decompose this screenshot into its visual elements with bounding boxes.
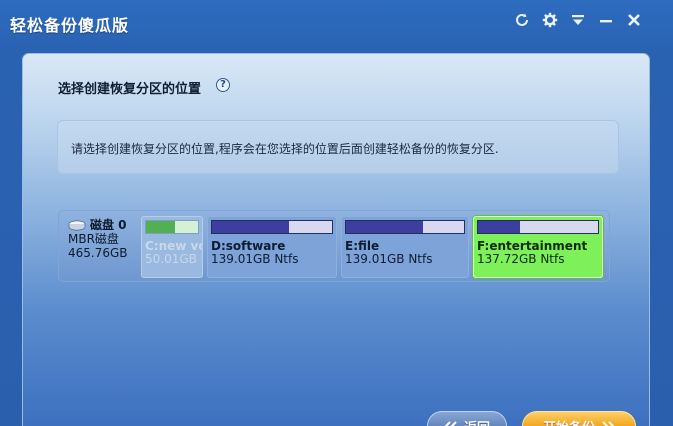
partition-name: F:entertainment	[477, 239, 588, 253]
instruction-box: 请选择创建恢复分区的位置,程序会在您选择的位置后面创建轻松备份的恢复分区.	[57, 120, 619, 174]
partition-c: C:new vo 50.01GB N	[141, 216, 203, 278]
partition-usage-bar	[477, 220, 599, 234]
app-window: 轻松备份傻瓜版 选择创建恢复分区的位置 ? 请选择创建恢复分区的位置,程序会在您…	[0, 0, 673, 426]
window-controls	[513, 10, 643, 30]
partition-e[interactable]: E:file 139.01GB Ntfs	[341, 216, 469, 278]
disk-icon	[68, 219, 86, 231]
back-button-label: 返回	[464, 417, 490, 426]
instruction-text: 请选择创建恢复分区的位置,程序会在您选择的位置后面创建轻松备份的恢复分区.	[71, 142, 499, 156]
content-panel: 选择创建恢复分区的位置 ? 请选择创建恢复分区的位置,程序会在您选择的位置后面创…	[22, 53, 650, 426]
disk-type: MBR磁盘	[68, 232, 119, 246]
partition-usage-fill	[146, 221, 175, 233]
partition-name: E:file	[345, 239, 380, 253]
double-chevron-right-icon	[602, 421, 615, 426]
disk-row: 磁盘 0 MBR磁盘 465.76GB C:new vo 50.01GB N D…	[58, 210, 610, 282]
close-icon[interactable]	[625, 10, 643, 30]
partition-usage-bar	[145, 220, 199, 234]
disk-info: 磁盘 0 MBR磁盘 465.76GB	[68, 218, 143, 260]
partition-d[interactable]: D:software 139.01GB Ntfs	[207, 216, 337, 278]
partition-name: D:software	[211, 239, 286, 253]
partition-name: C:new vo	[145, 239, 203, 253]
partition-usage-fill	[346, 221, 423, 233]
partition-usage-bar	[211, 220, 333, 234]
partition-usage-fill	[478, 221, 520, 233]
app-title: 轻松备份傻瓜版	[10, 16, 130, 35]
double-chevron-left-icon	[444, 421, 457, 426]
start-button-label: 开始备份	[543, 417, 595, 426]
partition-size: 139.01GB Ntfs	[345, 252, 433, 266]
partition-size: 139.01GB Ntfs	[211, 252, 299, 266]
help-icon[interactable]: ?	[216, 78, 230, 92]
menu-dropdown-icon[interactable]	[569, 10, 587, 30]
refresh-icon[interactable]	[513, 10, 531, 30]
title-bar: 轻松备份傻瓜版	[0, 0, 673, 48]
back-button[interactable]: 返回	[427, 411, 507, 426]
disk-size: 465.76GB	[68, 246, 128, 260]
disk-name: 磁盘 0	[90, 218, 127, 232]
partition-size: 50.01GB N	[145, 252, 202, 266]
partition-f[interactable]: F:entertainment 137.72GB Ntfs	[473, 216, 603, 278]
start-backup-button[interactable]: 开始备份	[522, 411, 636, 426]
partition-usage-fill	[212, 221, 289, 233]
page-title: 选择创建恢复分区的位置	[58, 82, 202, 97]
partition-usage-bar	[345, 220, 465, 234]
minimize-icon[interactable]	[597, 10, 615, 30]
partition-size: 137.72GB Ntfs	[477, 252, 565, 266]
gear-icon[interactable]	[541, 10, 559, 30]
